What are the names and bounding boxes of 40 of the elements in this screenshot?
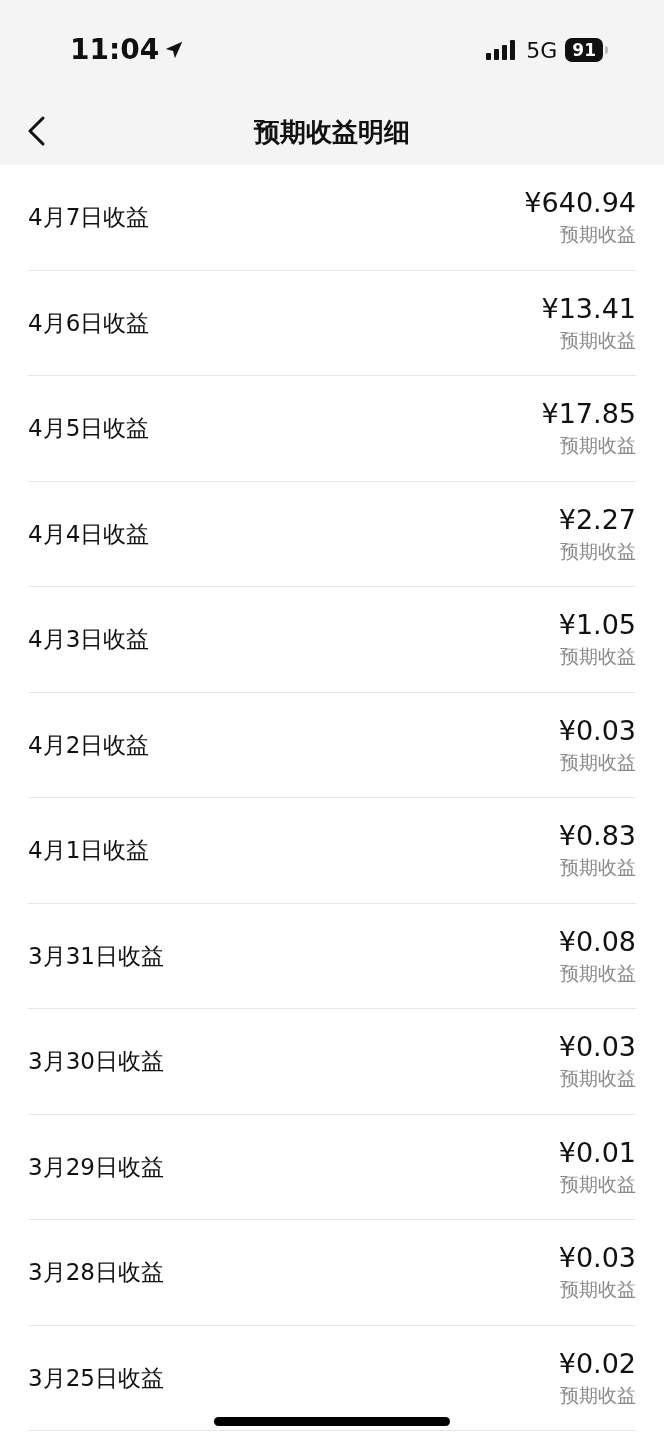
row-label: 4月1日收益 (28, 836, 150, 865)
amount-value: ¥13.41 (541, 291, 636, 326)
amount-value: ¥0.83 (558, 819, 636, 854)
amount-note: 预期收益 (560, 1277, 636, 1303)
amount-note: 预期收益 (560, 855, 636, 881)
amount-value: ¥0.02 (558, 1346, 636, 1381)
amount-note: 预期收益 (560, 1066, 636, 1092)
amount-value: ¥0.03 (558, 1030, 636, 1065)
row-label: 4月2日收益 (28, 730, 150, 760)
amount-value: ¥17.85 (541, 397, 636, 432)
amount-note: 预期收益 (560, 1171, 636, 1197)
amount-value: ¥2.27 (558, 502, 636, 537)
amount-value: ¥1.05 (558, 608, 636, 643)
row-label: 3月31日收益 (28, 941, 164, 971)
amount-note: 预期收益 (560, 538, 636, 564)
row-label: 3月29日收益 (28, 1152, 164, 1182)
amount-value: ¥0.03 (558, 1241, 636, 1276)
amount-note: 预期收益 (560, 1382, 636, 1408)
status-time: 11:04 (70, 32, 160, 68)
amount-value: ¥0.03 (558, 713, 636, 748)
row-label: 3月30日收益 (28, 1047, 164, 1076)
row-label: 4月6日收益 (28, 308, 150, 338)
amount-note: 预期收益 (560, 749, 636, 775)
network-label: 5G (526, 36, 558, 65)
row-label: 4月5日收益 (28, 414, 150, 443)
amount-note: 预期收益 (560, 960, 636, 986)
page-title: 预期收益明细 (254, 116, 410, 149)
amount-value: ¥0.08 (558, 924, 636, 959)
amount-note: 预期收益 (560, 327, 636, 353)
row-label: 3月28日收益 (28, 1258, 164, 1287)
amount-note: 预期收益 (560, 222, 636, 248)
amount-value: ¥640.94 (524, 186, 636, 221)
row-label: 4月3日收益 (28, 625, 150, 654)
amount-note: 预期收益 (560, 433, 636, 459)
row-label: 3月25日收益 (28, 1363, 164, 1393)
amount-value: ¥0.01 (558, 1135, 636, 1170)
amount-note: 预期收益 (560, 644, 636, 670)
row-label: 4月4日收益 (28, 519, 150, 549)
row-label: 4月7日收益 (28, 203, 150, 232)
battery-icon: 91 (565, 38, 603, 62)
